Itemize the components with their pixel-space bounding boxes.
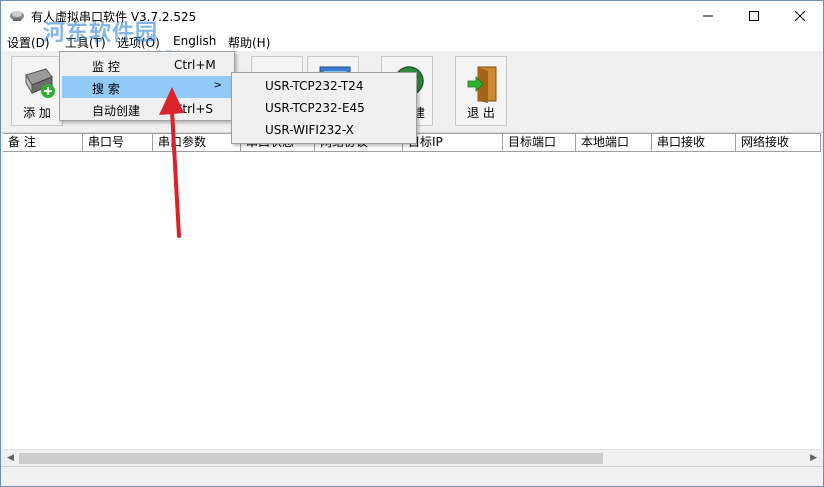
submenu-item[interactable]: USR-WIFI232-X: [234, 119, 414, 141]
search-submenu: USR-TCP232-T24 USR-TCP232-E45 USR-WIFI23…: [231, 72, 417, 144]
column-header[interactable]: 目标端口: [503, 134, 576, 152]
horizontal-scrollbar[interactable]: ◀ ▶: [3, 449, 821, 466]
submenu-arrow-icon: >: [213, 80, 222, 91]
window-title: 有人虚拟串口软件 V3.7.2.525: [31, 10, 197, 24]
menu-options[interactable]: 选项(O): [117, 34, 160, 51]
close-button[interactable]: [777, 1, 823, 31]
add-button-label: 添 加: [23, 106, 51, 120]
minimize-icon: [703, 15, 713, 17]
exit-button[interactable]: 退 出: [455, 56, 507, 126]
tools-menu: 监 控 Ctrl+M 搜 索 > 自动创建 Ctrl+S: [59, 51, 235, 121]
menu-item-shortcut: Ctrl+S: [174, 102, 214, 116]
menu-item-label: 搜 索: [92, 82, 120, 96]
app-window: 有人虚拟串口软件 V3.7.2.525 设置(D) 工具(T) 选项(O) En…: [0, 0, 824, 487]
column-header[interactable]: 目标IP: [403, 134, 503, 152]
menu-english[interactable]: English: [173, 34, 216, 48]
serial-port-add-icon: [25, 68, 55, 98]
close-icon: [795, 11, 805, 21]
menu-bar: 设置(D) 工具(T) 选项(O) English 帮助(H): [1, 31, 823, 51]
menu-item-label: 自动创建: [92, 104, 141, 118]
exit-door-icon: [467, 66, 497, 103]
menu-item-search[interactable]: 搜 索 >: [62, 76, 232, 98]
title-bar: 有人虚拟串口软件 V3.7.2.525: [1, 1, 823, 31]
column-header[interactable]: 串口号: [83, 134, 153, 152]
app-icon: [10, 11, 24, 21]
column-header[interactable]: 网络接收: [736, 134, 821, 152]
submenu-item[interactable]: USR-TCP232-T24: [234, 75, 414, 97]
menu-item-shortcut: Ctrl+M: [174, 58, 216, 72]
menu-settings[interactable]: 设置(D): [7, 34, 50, 51]
port-list[interactable]: 备 注 串口号 串口参数 串口状态 网络协议 目标IP 目标端口 本地端口 串口…: [3, 133, 821, 463]
menu-item-auto-create[interactable]: 自动创建 Ctrl+S: [62, 98, 232, 120]
menu-help[interactable]: 帮助(H): [228, 34, 270, 51]
maximize-icon: [749, 11, 759, 21]
menu-item-label: 监 控: [92, 60, 120, 74]
add-button[interactable]: 添 加: [11, 56, 63, 126]
scroll-right-icon[interactable]: ▶: [810, 453, 817, 463]
maximize-button[interactable]: [731, 1, 777, 31]
exit-button-label: 退 出: [467, 106, 495, 120]
submenu-item[interactable]: USR-TCP232-E45: [234, 97, 414, 119]
column-header[interactable]: 串口接收: [652, 134, 736, 152]
column-header[interactable]: 本地端口: [576, 134, 652, 152]
scrollbar-thumb[interactable]: [19, 453, 603, 464]
submenu-item-label: USR-WIFI232-X: [265, 123, 354, 137]
menu-item-monitor[interactable]: 监 控 Ctrl+M: [62, 54, 232, 76]
minimize-button[interactable]: [685, 1, 731, 31]
column-header[interactable]: 串口参数: [153, 134, 241, 152]
submenu-item-label: USR-TCP232-E45: [265, 101, 365, 115]
scroll-left-icon[interactable]: ◀: [7, 453, 14, 463]
submenu-item-label: USR-TCP232-T24: [265, 79, 364, 93]
menu-tools[interactable]: 工具(T): [65, 34, 106, 51]
status-bar: [1, 466, 823, 486]
column-header[interactable]: 备 注: [3, 134, 83, 152]
